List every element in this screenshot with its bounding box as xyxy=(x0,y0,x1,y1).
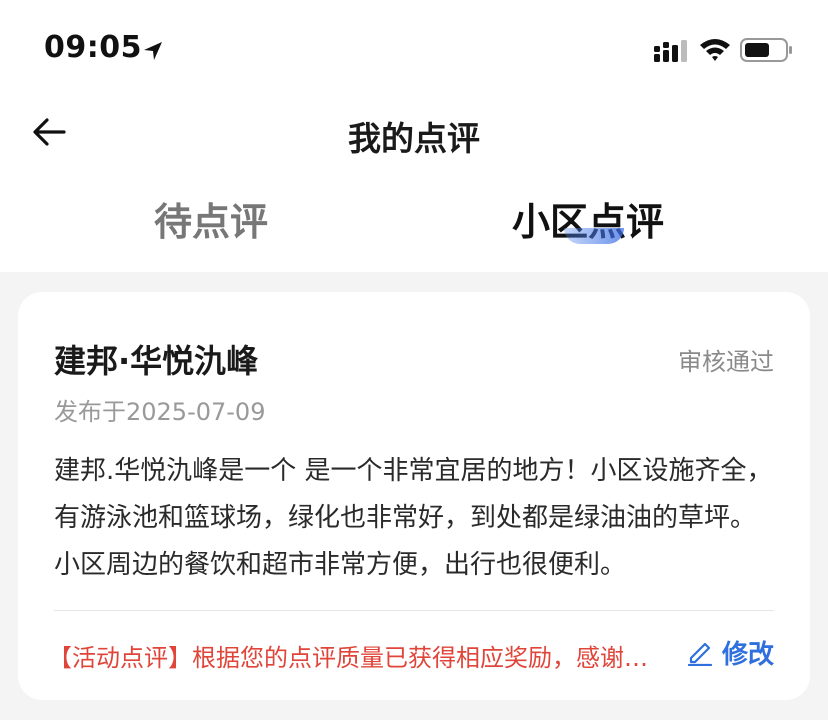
status-bar: 09:05 xyxy=(0,0,828,96)
nav-bar: 我的点评 xyxy=(0,96,828,170)
edit-label: 修改 xyxy=(721,639,774,670)
reward-note: 【活动点评】根据您的点评质量已获得相应奖励，感谢您的参与 xyxy=(48,644,658,672)
cellular-signal-icon xyxy=(654,40,687,62)
active-tab-indicator xyxy=(564,228,624,244)
page-title: 我的点评 xyxy=(348,119,480,158)
tab-pending-review[interactable]: 待点评 xyxy=(154,192,268,252)
review-status-badge: 审核通过 xyxy=(678,348,774,376)
review-text: 建邦.华悦氿峰是一个 是一个非常宜居的地方！小区设施齐全，有游泳池和篮球场，绿化… xyxy=(54,456,773,580)
publish-date: 发布于2025-07-09 xyxy=(54,398,266,426)
review-list: 建邦·华悦氿峰 审核通过 发布于2025-07-09 建邦.华悦氿峰是一个 是一… xyxy=(0,272,828,720)
edit-review-button[interactable]: 修改 xyxy=(686,632,774,672)
review-card[interactable]: 建邦·华悦氿峰 审核通过 发布于2025-07-09 建邦.华悦氿峰是一个 是一… xyxy=(18,292,810,700)
community-name: 建邦·华悦氿峰 xyxy=(54,342,259,380)
wifi-icon xyxy=(700,39,730,61)
card-divider xyxy=(54,610,774,611)
battery-icon xyxy=(740,38,792,62)
location-arrow-icon xyxy=(144,42,162,60)
pencil-edit-icon xyxy=(687,642,713,666)
status-time: 09:05 xyxy=(44,30,142,65)
tab-bar: 待点评 小区点评 xyxy=(0,180,828,272)
